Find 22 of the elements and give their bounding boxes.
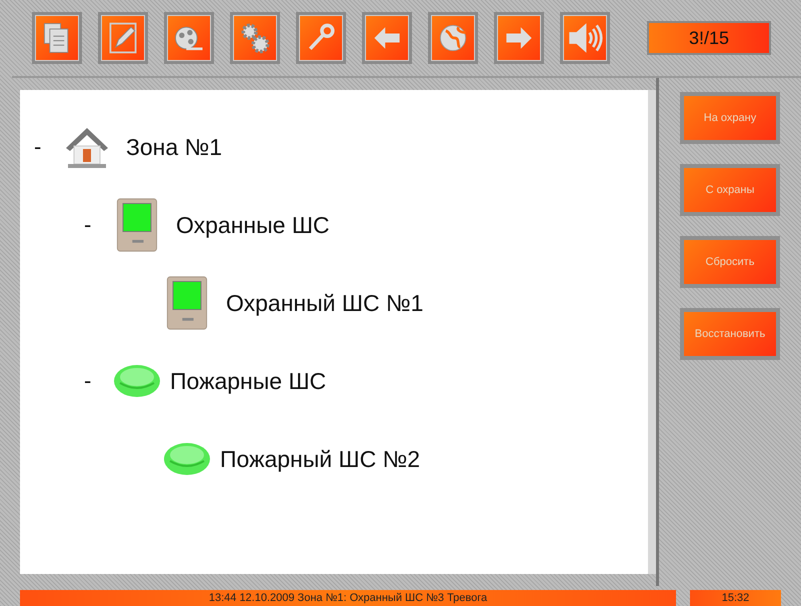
status-time: 15:32	[690, 590, 781, 606]
status-message: 13:44 12.10.2009 Зона №1: Охранный ШС №3 Тревога	[20, 590, 676, 606]
toolbar-button[interactable]	[164, 12, 214, 64]
tree-expander[interactable]: -	[84, 212, 92, 237]
toolbar-button[interactable]	[98, 12, 148, 64]
tree-expander[interactable]: -	[84, 368, 92, 393]
tree-item-label[interactable]: Пожарный ШС №2	[220, 446, 420, 472]
smoke-detector-icon	[112, 363, 162, 399]
toolbar-button[interactable]	[428, 12, 478, 64]
tree-expander[interactable]: -	[34, 134, 42, 159]
tree-item-label[interactable]: Охранные ШС	[176, 212, 330, 238]
toolbar-button[interactable]	[362, 12, 412, 64]
tree-item-label[interactable]: Пожарные ШС	[170, 368, 326, 394]
toolbar-button[interactable]	[560, 12, 610, 64]
page-counter: 3!/15	[647, 21, 771, 55]
tree-item-label[interactable]: Зона №1	[126, 134, 222, 160]
toolbar-button[interactable]	[296, 12, 346, 64]
toolbar-button[interactable]	[494, 12, 544, 64]
toolbar-button[interactable]	[32, 12, 82, 64]
tree-item-label[interactable]: Охранный ШС №1	[226, 290, 424, 316]
smoke-detector-icon	[162, 441, 212, 477]
toolbar-button[interactable]	[230, 12, 280, 64]
